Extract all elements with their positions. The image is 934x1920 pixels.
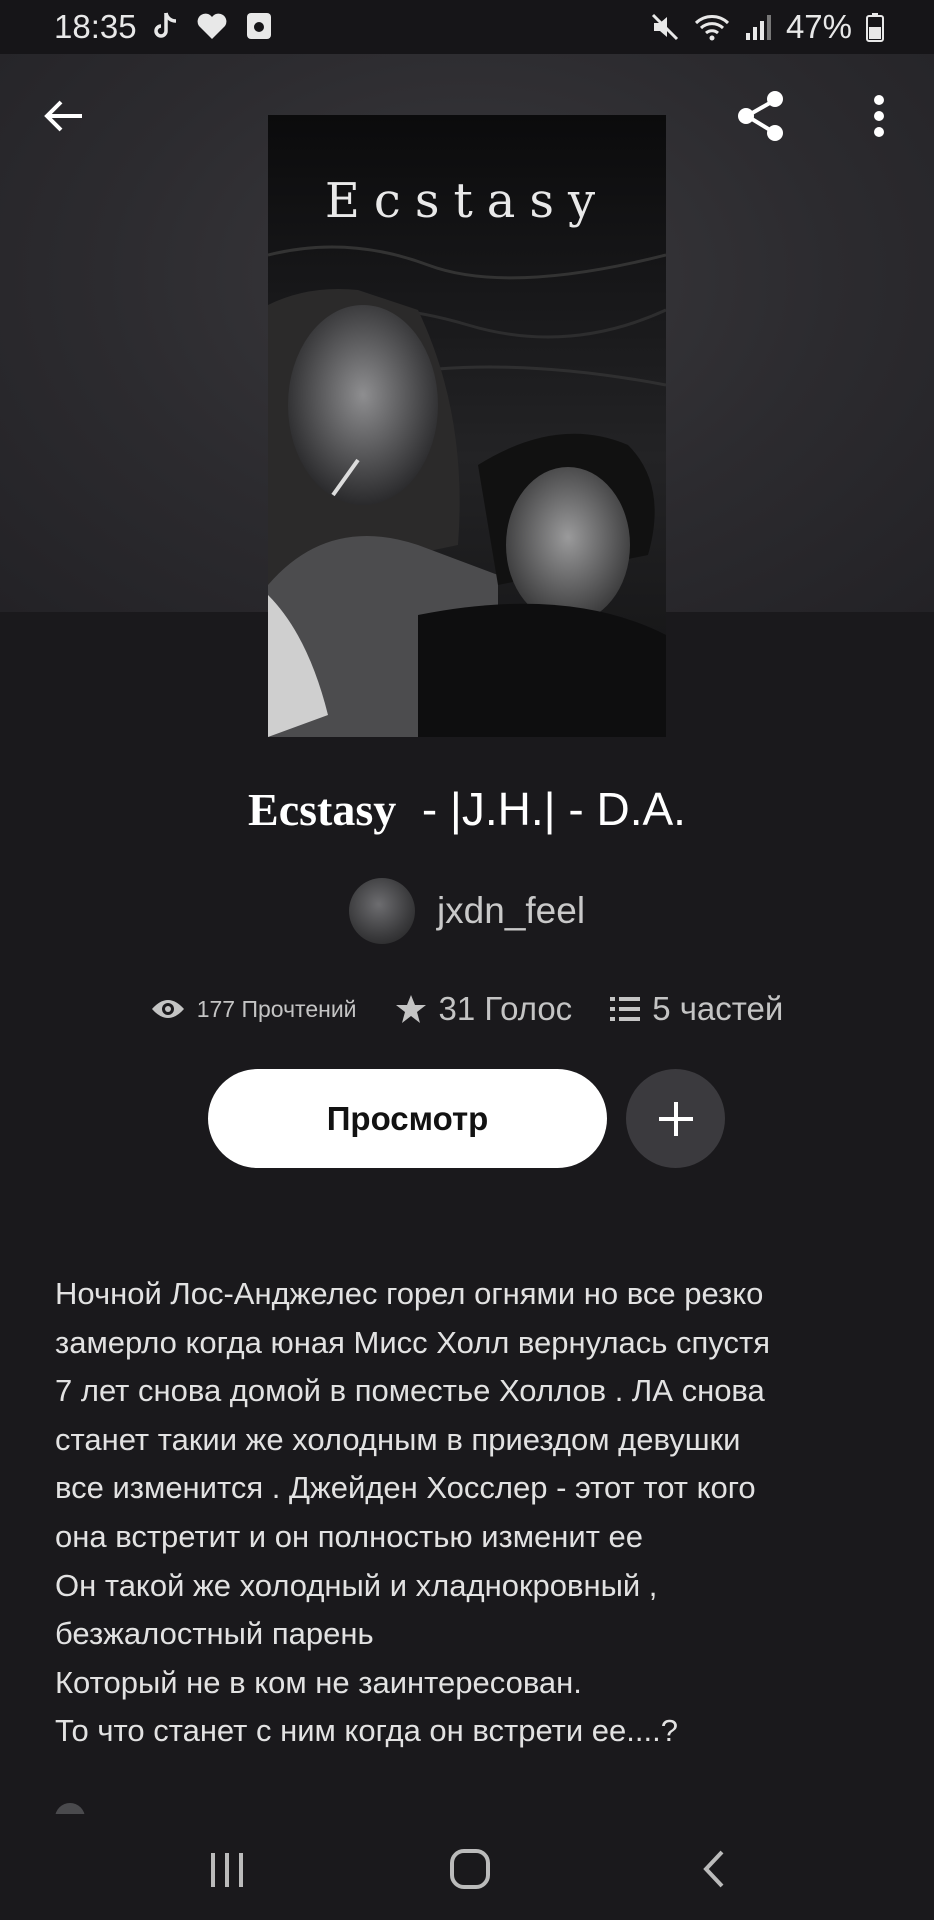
arrow-left-icon (44, 100, 82, 132)
cover-title: Ecstasy (324, 173, 610, 229)
book-title: Ecstasy - |J.H.| - D.A. (0, 782, 934, 836)
status-time: 18:35 (54, 8, 137, 45)
recent-apps-button[interactable] (192, 1834, 262, 1904)
parts-stat[interactable]: 5 частей (610, 990, 783, 1028)
more-vertical-icon (874, 95, 884, 137)
author-name[interactable]: jxdn_feel (437, 890, 585, 932)
votes-stat: 31 Голос (395, 990, 573, 1028)
votes-count: 31 Голос (438, 990, 573, 1027)
author-row[interactable]: jxdn_feel (0, 878, 934, 944)
reads-stat: 177 Прочтений (151, 996, 357, 1023)
system-nav-bar (0, 1814, 934, 1920)
tiktok-icon (154, 12, 177, 38)
battery-percent: 47% (785, 8, 852, 45)
book-title-main: Ecstasy (248, 784, 397, 835)
share-button[interactable] (733, 88, 789, 144)
chevron-left-icon (703, 1850, 724, 1888)
mute-icon (651, 13, 678, 41)
home-button[interactable] (435, 1834, 505, 1904)
more-menu-button[interactable] (851, 88, 907, 144)
reads-count: 177 Прочтений (196, 995, 357, 1022)
share-icon (738, 91, 783, 141)
system-back-button[interactable] (678, 1834, 748, 1904)
status-bar: 18:35 47% (0, 0, 934, 54)
status-notification-icons (152, 11, 272, 41)
book-cover[interactable]: Ecstasy (268, 115, 666, 737)
screen-record-icon (247, 13, 271, 39)
story-stats: 177 Прочтений 31 Голос 5 частей (0, 990, 934, 1028)
parts-count[interactable]: 5 частей (652, 990, 783, 1028)
add-to-library-button[interactable] (626, 1069, 725, 1168)
eye-icon (151, 1000, 184, 1018)
home-icon (450, 1849, 490, 1889)
read-button[interactable]: Просмотр (208, 1069, 607, 1168)
heart-icon (197, 13, 227, 39)
battery-icon (866, 13, 884, 42)
signal-icon (745, 15, 771, 40)
book-title-suffix: - |J.H.| - D.A. (396, 783, 686, 835)
plus-icon (658, 1101, 693, 1136)
recent-apps-icon (211, 1853, 243, 1887)
avatar[interactable] (348, 878, 415, 944)
star-icon (395, 995, 426, 1023)
list-icon (610, 997, 641, 1021)
story-description: Ночной Лос-Анджелес горел огнями но все … (55, 1276, 770, 1749)
status-system-icons: 47% (650, 8, 884, 46)
back-button[interactable] (36, 88, 92, 144)
wifi-icon (694, 15, 729, 41)
